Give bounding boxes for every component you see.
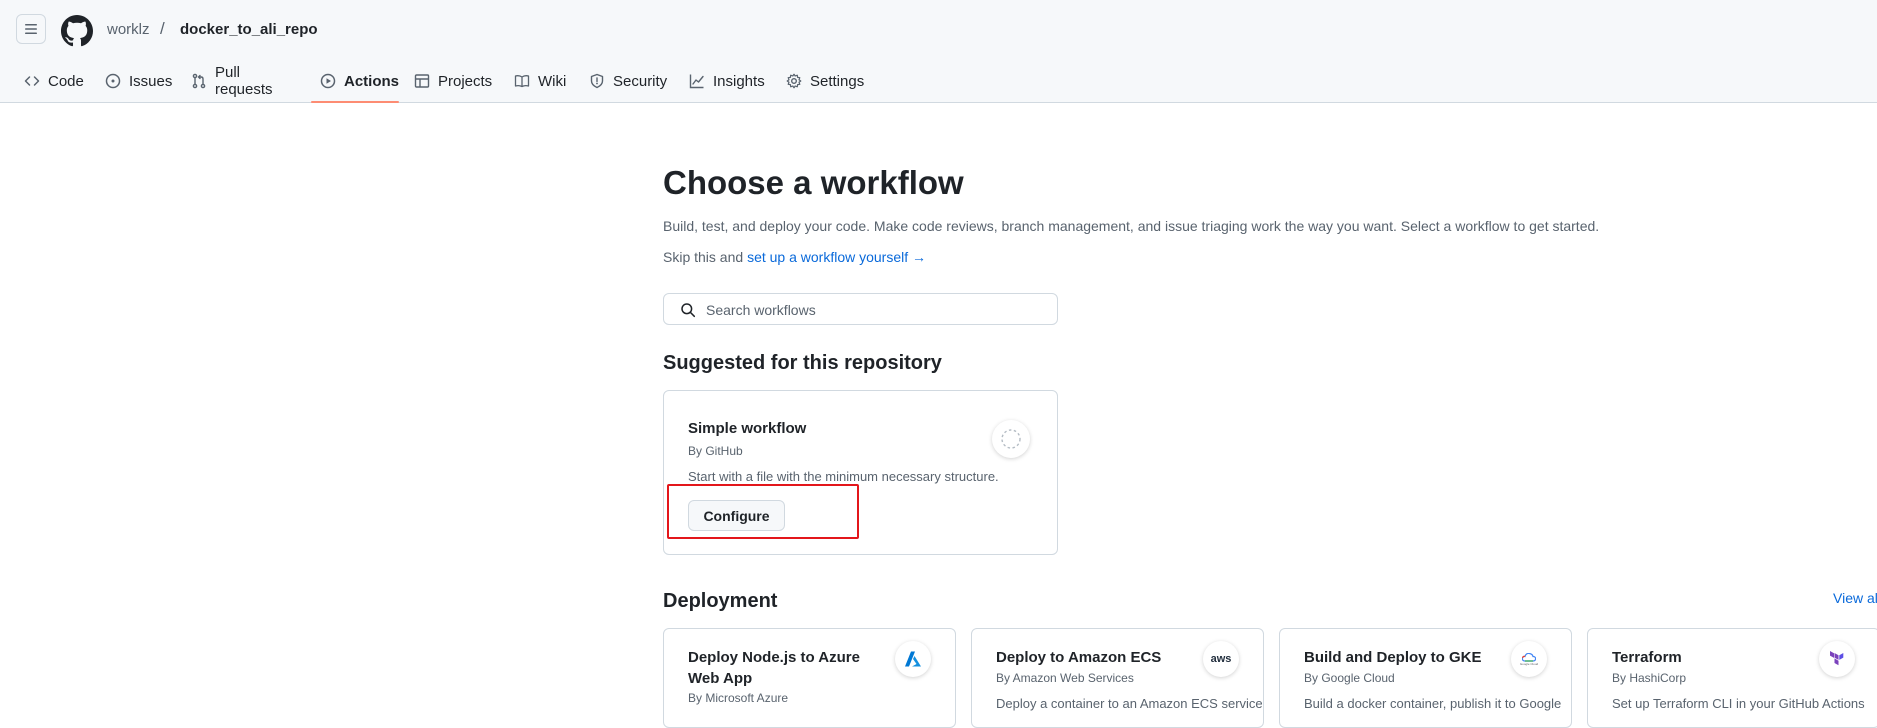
tab-issues-label: Issues <box>129 72 173 90</box>
setup-workflow-link[interactable]: set up a workflow yourself → <box>747 249 926 265</box>
tab-code[interactable]: Code <box>15 60 93 102</box>
tab-actions-label: Actions <box>344 72 400 90</box>
tab-projects[interactable]: Projects <box>405 60 501 102</box>
deploy-card-description: Set up Terraform CLI in your GitHub Acti… <box>1612 696 1865 711</box>
repo-header: worklz / docker_to_ali_repo Code Issues … <box>0 0 1877 103</box>
issue-opened-icon <box>105 73 121 89</box>
menu-button[interactable] <box>16 14 46 44</box>
page-description: Build, test, and deploy your code. Make … <box>663 218 1600 234</box>
tab-pull-requests-label: Pull requests <box>215 64 273 98</box>
workflow-author: By GitHub <box>688 444 743 458</box>
page-title: Choose a workflow <box>663 164 964 201</box>
deploy-card-author: By Google Cloud <box>1304 671 1395 685</box>
deploy-card-title: Terraform <box>1612 649 1682 666</box>
gear-icon <box>786 73 802 89</box>
deploy-card-title: Deploy Node.js to Azure Web App <box>688 647 860 689</box>
code-icon <box>24 76 40 86</box>
highlight-box <box>667 484 859 539</box>
book-icon <box>514 75 530 88</box>
tab-settings[interactable]: Settings <box>777 60 873 102</box>
tab-insights-label: Insights <box>713 72 765 90</box>
tab-actions[interactable]: Actions <box>311 60 400 103</box>
breadcrumb-owner[interactable]: worklz <box>107 21 150 38</box>
google-cloud-icon-text: Google Cloud <box>1519 661 1539 666</box>
setup-workflow-link-label: set up a workflow yourself <box>747 249 909 265</box>
skip-line: Skip this and set up a workflow yourself… <box>663 249 926 265</box>
graph-icon <box>689 74 704 89</box>
tab-issues[interactable]: Issues <box>96 60 181 102</box>
tab-wiki[interactable]: Wiki <box>505 60 575 102</box>
deploy-card-title-line1: Deploy Node.js to Azure <box>688 649 860 666</box>
deploy-card-author: By HashiCorp <box>1612 671 1687 685</box>
search-icon <box>681 303 696 318</box>
deploy-card-description: Deploy a container to an Amazon ECS serv… <box>996 696 1263 711</box>
deploy-card-title: Build and Deploy to GKE <box>1304 649 1482 666</box>
view-all-link[interactable]: View all <box>1833 590 1877 606</box>
skip-prefix: Skip this and <box>663 249 744 265</box>
aws-icon: aws <box>1203 641 1239 677</box>
tab-security[interactable]: Security <box>580 60 676 102</box>
aws-icon-text: aws <box>1210 653 1232 665</box>
hamburger-icon <box>25 24 37 34</box>
search-workflows-field[interactable] <box>663 293 1058 325</box>
tab-projects-label: Projects <box>438 72 493 90</box>
deploy-card-gke: Build and Deploy to GKE By Google Cloud … <box>1279 628 1572 728</box>
tab-code-label: Code <box>48 72 84 90</box>
deploy-card-aws: Deploy to Amazon ECS By Amazon Web Servi… <box>971 628 1264 728</box>
deploy-card-author: By Amazon Web Services <box>996 671 1134 685</box>
deploy-card-azure: Deploy Node.js to Azure Web App By Micro… <box>663 628 956 728</box>
deployment-heading: Deployment <box>663 590 778 612</box>
tab-security-label: Security <box>613 72 668 90</box>
deploy-card-title-line2: Web App <box>688 670 753 687</box>
github-logo-icon[interactable] <box>61 15 93 47</box>
git-pull-request-icon <box>192 73 206 89</box>
deploy-card-description: Build a docker container, publish it to … <box>1304 696 1562 711</box>
deploy-card-terraform: Terraform By HashiCorp Set up Terraform … <box>1587 628 1877 728</box>
tab-pull-requests[interactable]: Pull requests <box>182 60 282 102</box>
deploy-card-author: By Microsoft Azure <box>688 691 789 705</box>
deploy-card-title: Deploy to Amazon ECS <box>996 649 1162 666</box>
search-workflows-input[interactable] <box>704 299 1048 321</box>
arrow-right-icon: → <box>912 249 927 265</box>
shield-icon <box>590 73 604 89</box>
play-icon <box>320 73 336 89</box>
tab-insights[interactable]: Insights <box>680 60 774 102</box>
terraform-icon <box>1819 641 1855 677</box>
suggested-heading: Suggested for this repository <box>663 352 942 374</box>
workflow-description: Start with a file with the minimum neces… <box>688 469 999 484</box>
simple-workflow-icon <box>992 420 1030 458</box>
breadcrumb-repo[interactable]: docker_to_ali_repo <box>180 21 318 38</box>
tab-wiki-label: Wiki <box>538 72 567 90</box>
workflow-title: Simple workflow <box>688 420 807 437</box>
google-cloud-icon: Google Cloud <box>1511 641 1547 677</box>
azure-icon <box>895 641 931 677</box>
breadcrumb-separator: / <box>160 19 165 38</box>
tab-settings-label: Settings <box>810 72 865 90</box>
table-icon <box>414 74 430 88</box>
